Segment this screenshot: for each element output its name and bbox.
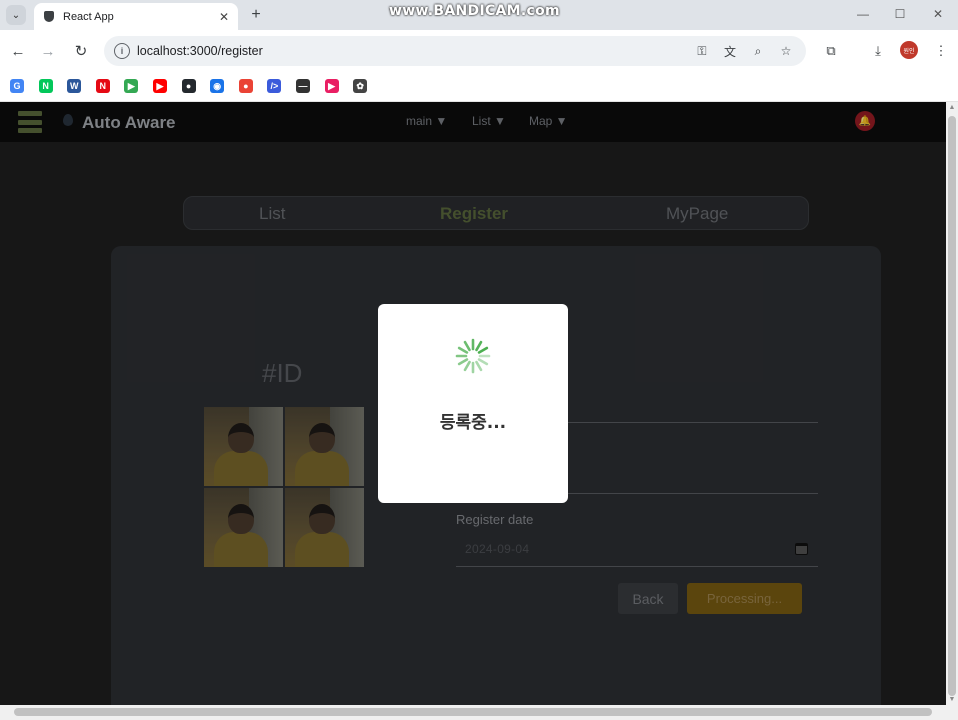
dash-icon[interactable]: — (296, 79, 310, 93)
browser-tabstrip: ⌄ React App ✕ + www.BANDICAM.com — ☐ ✕ (0, 0, 958, 30)
profile-avatar[interactable]: 원인 (900, 41, 918, 59)
forward-arrow-icon[interactable]: → (36, 39, 60, 63)
scroll-down-icon[interactable]: ▼ (948, 696, 956, 704)
recorder-watermark: www.BANDICAM.com (389, 3, 560, 19)
url-text[interactable]: localhost:3000/register (137, 44, 263, 58)
cast-icon[interactable]: ▶ (324, 79, 339, 93)
github-icon[interactable]: ● (181, 79, 196, 93)
spinner-tick (475, 360, 483, 372)
screen: ⌄ React App ✕ + www.BANDICAM.com — ☐ ✕ ←… (0, 0, 958, 720)
app-root: Auto Aware main ▼ List ▼ Map ▼ 🔔 List Re… (0, 102, 946, 705)
spinner-tick (477, 358, 489, 366)
bookmarks-bar: G N W N ▶ ▶ ● ◉ ●/> — ▶ ✿ (0, 72, 958, 102)
app-icon[interactable]: ● (238, 79, 253, 93)
loading-modal: 등록중... (378, 304, 568, 503)
spinner-tick (475, 340, 483, 352)
google-icon[interactable]: G (10, 79, 24, 93)
spinner-tick (457, 358, 469, 366)
spinner-tick (463, 360, 471, 372)
close-window-icon[interactable]: ✕ (926, 4, 950, 24)
back-arrow-icon[interactable]: ← (6, 39, 30, 63)
spinner-tick (463, 340, 471, 352)
loading-spinner-icon (455, 338, 491, 374)
modal-message: 등록중... (439, 413, 507, 433)
bookmark-star-icon[interactable]: ☆ (778, 43, 794, 59)
extensions-icon[interactable]: ⧉ (820, 40, 842, 62)
translate-icon[interactable]: 文 (722, 43, 738, 59)
code-icon[interactable]: /> (267, 79, 282, 93)
horizontal-scrollbar[interactable] (0, 705, 958, 720)
new-tab-icon[interactable]: + (246, 5, 266, 25)
zoom-icon[interactable]: ⌕ (750, 43, 766, 59)
minimize-icon[interactable]: — (851, 4, 875, 24)
scroll-up-icon[interactable]: ▲ (948, 104, 956, 112)
tab-title: React App (63, 10, 114, 23)
openai-icon[interactable]: ✿ (353, 79, 368, 93)
more-menu-icon[interactable]: ⋮ (930, 40, 952, 62)
naver-icon[interactable]: N (38, 79, 53, 93)
word-icon[interactable]: W (67, 79, 82, 93)
netflix-icon[interactable]: N (95, 79, 110, 93)
play-store-icon[interactable]: ▶ (124, 79, 139, 93)
maximize-icon[interactable]: ☐ (888, 4, 912, 24)
address-bar[interactable]: i localhost:3000/register ⚿ 文 ⌕ ☆ (104, 36, 806, 66)
site-info-icon[interactable]: i (114, 43, 130, 59)
spinner-tick (457, 346, 469, 354)
browser-toolbar: ← → ↻ i localhost:3000/register ⚿ 文 ⌕ ☆ … (0, 30, 958, 72)
spinner-tick (477, 346, 489, 354)
chrome-icon[interactable]: ◉ (210, 79, 225, 93)
close-tab-icon[interactable]: ✕ (216, 9, 232, 25)
youtube-icon[interactable]: ▶ (153, 79, 167, 93)
password-key-icon[interactable]: ⚿ (694, 43, 710, 59)
horizontal-scroll-thumb[interactable] (14, 708, 932, 716)
tab-search-icon[interactable]: ⌄ (6, 5, 26, 25)
download-icon[interactable]: ⤓ (867, 40, 889, 62)
vertical-scrollbar[interactable]: ▲ ▼ (946, 102, 958, 705)
vertical-scroll-thumb[interactable] (948, 116, 956, 696)
shield-favicon-icon (44, 11, 54, 22)
reload-icon[interactable]: ↻ (69, 39, 93, 63)
browser-tab[interactable]: React App ✕ (34, 3, 238, 30)
